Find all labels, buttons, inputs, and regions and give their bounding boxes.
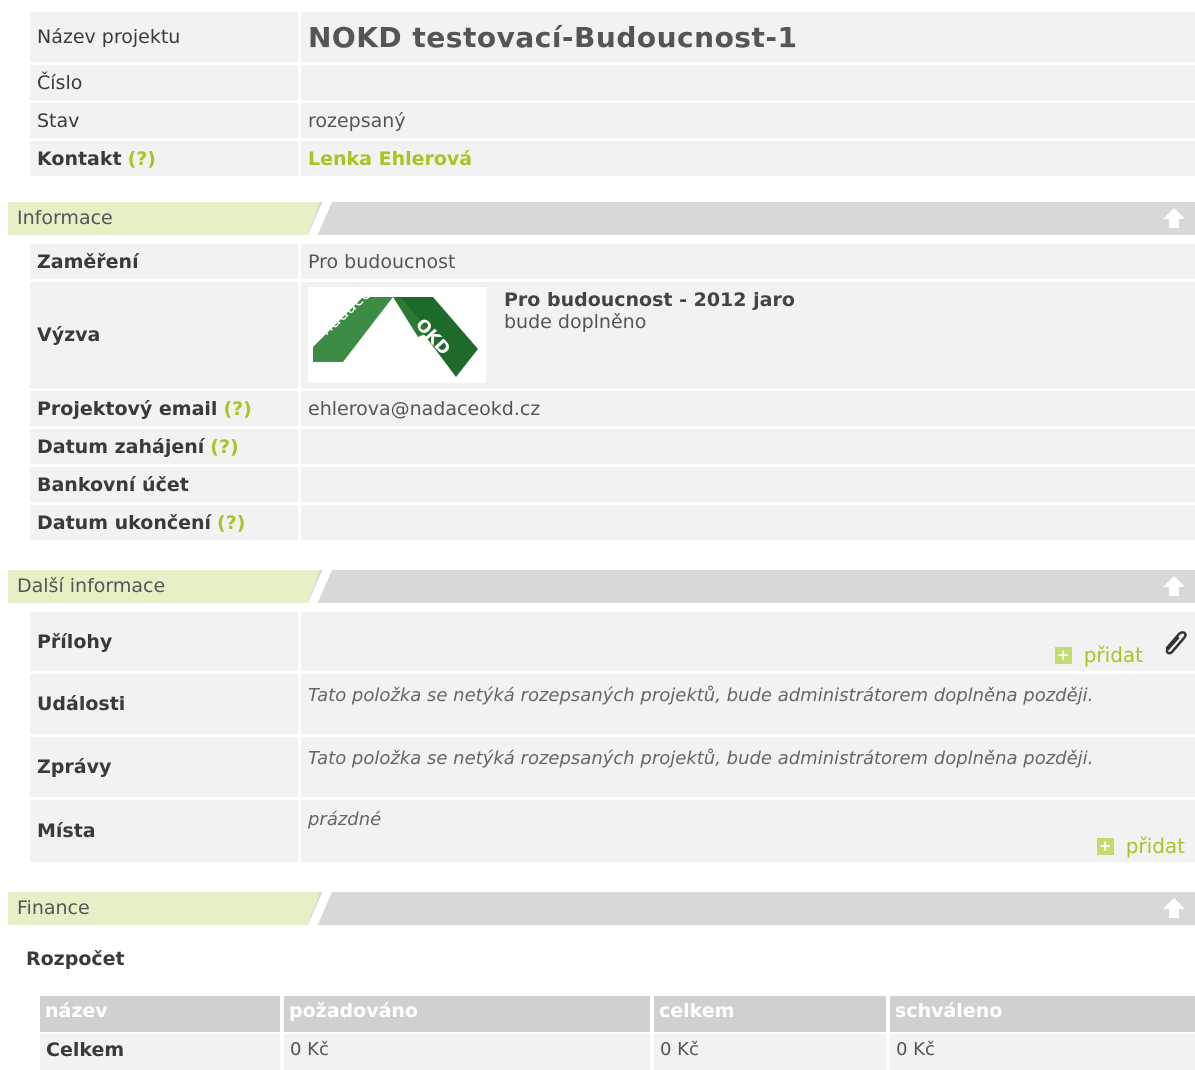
plus-icon: + — [1096, 837, 1114, 855]
end-date-help-link[interactable]: (?) — [217, 512, 245, 534]
budget-title: Rozpočet — [26, 948, 125, 970]
events-label: Události — [30, 674, 298, 734]
reports-label: Zprávy — [30, 737, 298, 797]
focus-value: Pro budoucnost — [301, 244, 1195, 279]
add-place-link[interactable]: + přidat — [1096, 834, 1185, 858]
number-label: Číslo — [30, 65, 298, 100]
number-value — [301, 65, 1195, 100]
project-name-label: Název projektu — [30, 12, 298, 62]
section-title-finance: Finance — [17, 897, 90, 919]
end-date-label: Datum ukončení — [37, 511, 212, 534]
call-subtitle: bude doplněno — [504, 311, 647, 333]
email-value: ehlerova@nadaceokd.cz — [301, 391, 1195, 426]
section-finance: Finance — [8, 892, 1195, 925]
add-place-label: přidat — [1125, 834, 1185, 858]
start-date-help-link[interactable]: (?) — [210, 436, 238, 458]
reports-value: Tato položka se netýká rozepsaných proje… — [308, 748, 1094, 769]
contact-help-link[interactable]: (?) — [128, 148, 156, 170]
budget-cell-requested: 0 Kč — [284, 1034, 650, 1070]
budget-table: název požadováno celkem schváleno Celkem… — [40, 996, 1195, 1070]
column-header-total: celkem — [654, 996, 886, 1032]
add-attachment-link[interactable]: + přidat — [1054, 643, 1143, 667]
section-informace: Informace — [8, 202, 1195, 235]
email-label: Projektový email — [37, 397, 218, 420]
bank-account-label: Bankovní účet — [30, 467, 298, 502]
events-value: Tato položka se netýká rozepsaných proje… — [308, 685, 1094, 706]
call-title: Pro budoucnost - 2012 jaro — [504, 289, 795, 311]
paperclip-icon[interactable] — [1159, 626, 1193, 660]
budget-cell-name: Celkem — [40, 1034, 280, 1070]
add-attachment-label: přidat — [1083, 643, 1143, 667]
contact-label: Kontakt — [37, 147, 122, 170]
places-label: Místa — [30, 800, 298, 862]
contact-link[interactable]: Lenka Ehlerová — [308, 148, 472, 170]
column-header-requested: požadováno — [284, 996, 650, 1032]
collapse-arrow-icon[interactable] — [1161, 205, 1187, 231]
start-date-label: Datum zahájení — [37, 435, 205, 458]
focus-label: Zaměření — [30, 244, 298, 279]
end-date-value — [301, 505, 1195, 540]
collapse-arrow-icon[interactable] — [1161, 895, 1187, 921]
budget-header-row: název požadováno celkem schváleno — [40, 996, 1195, 1032]
project-title: NOKD testovací-Budoucnost-1 — [308, 20, 798, 54]
budget-cell-approved: 0 Kč — [890, 1034, 1195, 1070]
state-label: Stav — [30, 103, 298, 138]
dalsi-table: Přílohy + přidat Události Tato položka s… — [30, 612, 1195, 865]
table-row: Celkem 0 Kč 0 Kč 0 Kč — [40, 1032, 1195, 1070]
bank-account-value — [301, 467, 1195, 502]
section-title-informace: Informace — [17, 207, 113, 229]
collapse-arrow-icon[interactable] — [1161, 573, 1187, 599]
project-header-table: Název projektu NOKD testovací-Budoucnost… — [30, 12, 1195, 179]
start-date-value — [301, 429, 1195, 464]
section-dalsi-informace: Další informace — [8, 570, 1195, 603]
column-header-approved: schváleno — [890, 996, 1195, 1032]
nadace-okd-logo: nadace OKD — [308, 287, 486, 383]
column-header-name: název — [40, 996, 280, 1032]
places-value: prázdné — [308, 809, 382, 830]
attachments-label: Přílohy — [30, 612, 298, 671]
call-label: Výzva — [30, 282, 298, 388]
budget-cell-total: 0 Kč — [654, 1034, 886, 1070]
section-title-dalsi: Další informace — [17, 575, 166, 597]
informace-table: Zaměření Pro budoucnost Výzva nadace OKD… — [30, 244, 1195, 543]
state-value: rozepsaný — [301, 103, 1195, 138]
plus-icon: + — [1054, 646, 1072, 664]
email-help-link[interactable]: (?) — [223, 398, 251, 420]
